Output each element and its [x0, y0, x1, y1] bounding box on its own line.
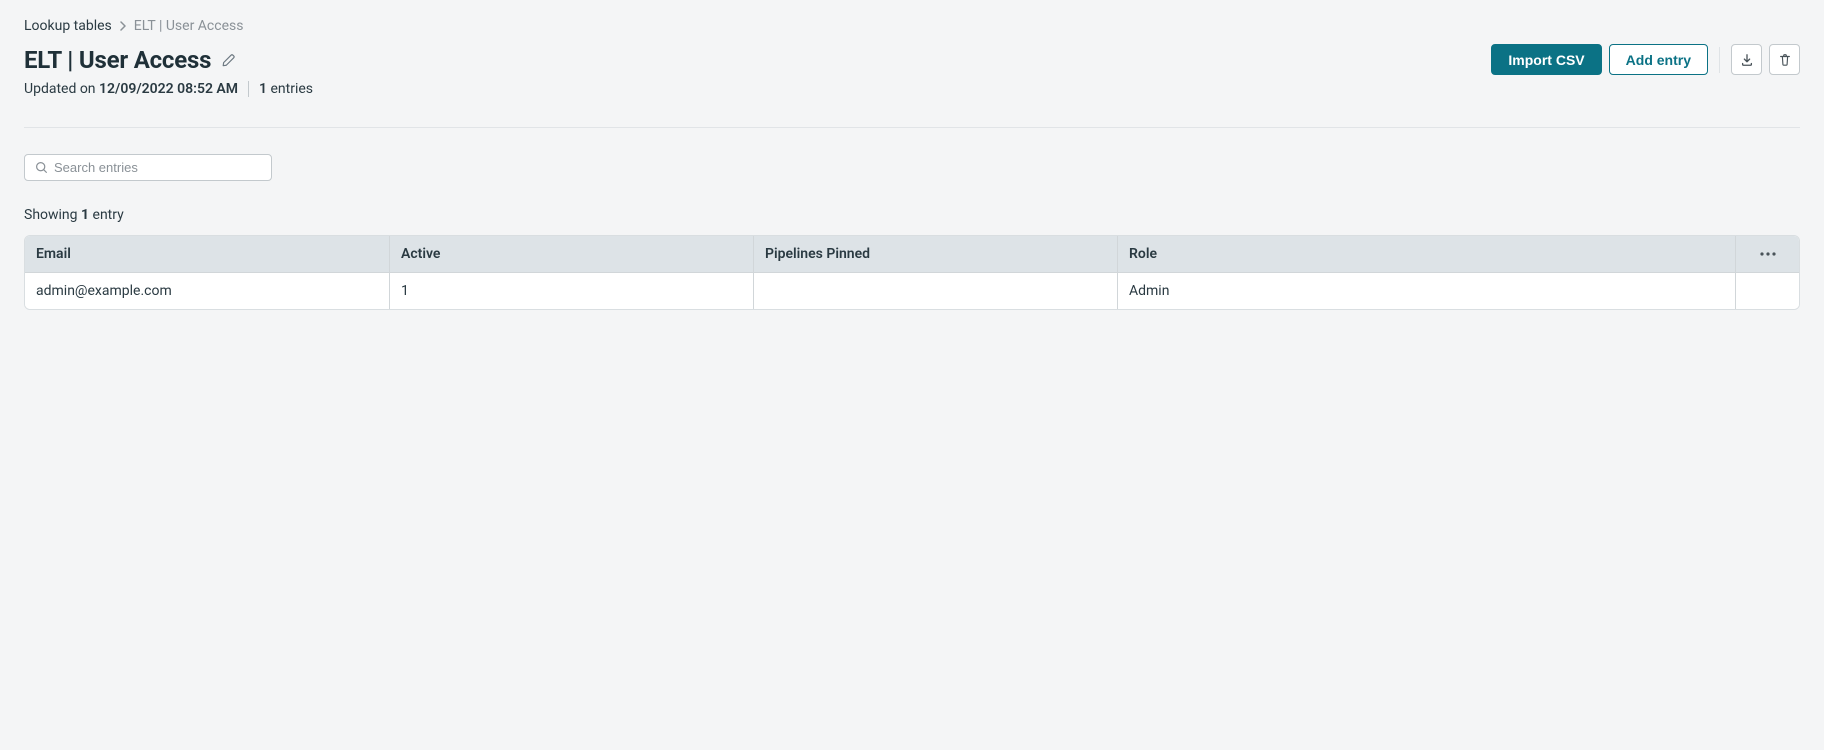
action-divider [1719, 47, 1720, 73]
column-header-actions[interactable] [1735, 236, 1799, 272]
entries-summary: 1 entries [259, 81, 313, 97]
updated-prefix: Updated on [24, 81, 99, 97]
more-icon [1760, 252, 1776, 256]
cell-actions [1735, 273, 1799, 309]
table-header: Email Active Pipelines Pinned Role [25, 236, 1799, 273]
column-header-pinned[interactable]: Pipelines Pinned [753, 236, 1117, 272]
breadcrumb-root[interactable]: Lookup tables [24, 18, 112, 34]
cell-active: 1 [389, 273, 753, 309]
column-header-role[interactable]: Role [1117, 236, 1735, 272]
breadcrumb: Lookup tables ELT | User Access [24, 18, 1800, 34]
download-icon [1740, 53, 1754, 67]
import-csv-button[interactable]: Import CSV [1491, 44, 1601, 75]
column-header-active[interactable]: Active [389, 236, 753, 272]
entries-table: Email Active Pipelines Pinned Role admin… [24, 235, 1800, 310]
cell-pinned [753, 273, 1117, 309]
download-button[interactable] [1731, 44, 1762, 75]
section-divider [24, 127, 1800, 128]
table-row[interactable]: admin@example.com 1 Admin [25, 273, 1799, 309]
page-title: ELT | User Access [24, 46, 211, 74]
updated-on: Updated on 12/09/2022 08:52 AM [24, 81, 238, 97]
showing-suffix: entry [89, 207, 124, 223]
table-body: admin@example.com 1 Admin [25, 273, 1799, 309]
delete-button[interactable] [1769, 44, 1800, 75]
search-box[interactable] [24, 154, 272, 181]
updated-date: 12/09/2022 08:52 AM [99, 81, 238, 97]
chevron-right-icon [120, 21, 126, 31]
showing-count: 1 [81, 207, 89, 223]
meta-line: Updated on 12/09/2022 08:52 AM 1 entries [24, 81, 1800, 97]
cell-email: admin@example.com [25, 273, 389, 309]
header-actions: Import CSV Add entry [1491, 44, 1800, 75]
trash-icon [1778, 53, 1792, 67]
search-input[interactable] [54, 160, 261, 175]
entries-count: 1 [259, 81, 267, 97]
meta-divider [248, 81, 249, 97]
title-wrap: ELT | User Access [24, 46, 235, 74]
showing-prefix: Showing [24, 207, 81, 223]
entries-word: entries [271, 81, 314, 97]
breadcrumb-current: ELT | User Access [134, 18, 244, 34]
edit-icon[interactable] [221, 53, 235, 67]
page-header: ELT | User Access Import CSV Add entry [24, 44, 1800, 75]
cell-role: Admin [1117, 273, 1735, 309]
showing-line: Showing 1 entry [24, 207, 1800, 223]
search-wrap [24, 154, 1800, 181]
column-header-email[interactable]: Email [25, 236, 389, 272]
add-entry-button[interactable]: Add entry [1609, 44, 1708, 75]
search-icon [35, 161, 48, 174]
